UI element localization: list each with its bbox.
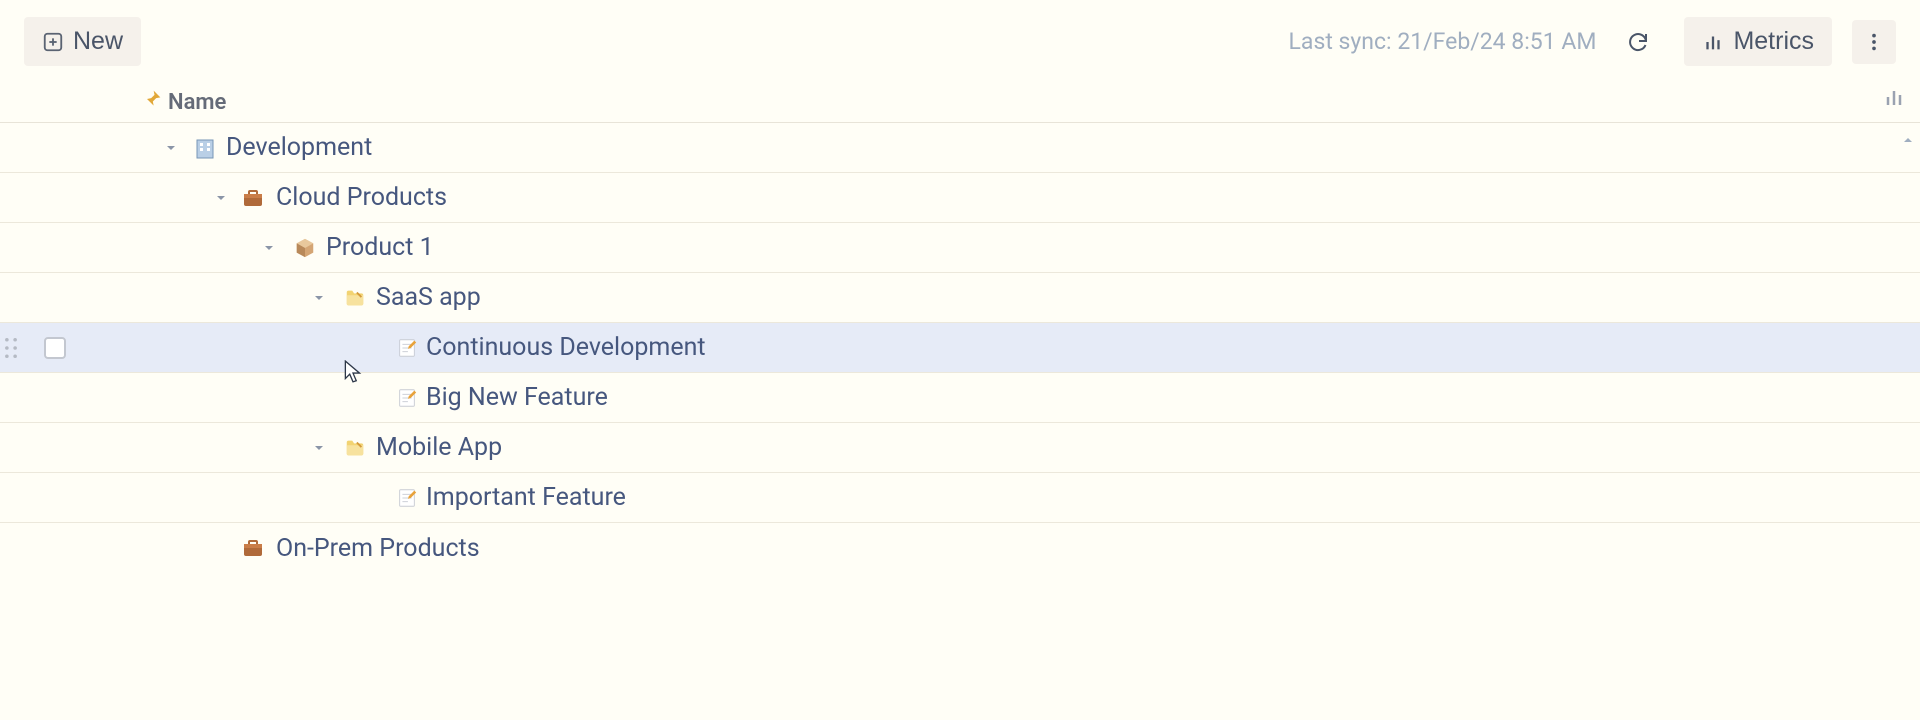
folder-icon (342, 435, 368, 461)
tree: Development Cloud Products Product 1 Saa… (0, 123, 1920, 573)
chevron-down-icon[interactable] (308, 287, 330, 309)
chevron-down-icon[interactable] (160, 137, 182, 159)
tree-row-development[interactable]: Development (0, 123, 1920, 173)
note-icon (394, 385, 420, 411)
note-icon (394, 335, 420, 361)
toolbar: New Last sync: 21/Feb/24 8:51 AM Metrics (0, 0, 1920, 83)
name-column-header[interactable]: Name (168, 90, 226, 115)
metrics-button-label: Metrics (1733, 27, 1814, 56)
tree-row-label[interactable]: On-Prem Products (276, 534, 480, 563)
scroll-up-arrow-icon[interactable] (1900, 132, 1916, 152)
tree-row-label[interactable]: Continuous Development (426, 333, 706, 362)
row-checkbox[interactable] (44, 337, 66, 359)
pin-icon (142, 89, 162, 113)
tree-row-label[interactable]: Development (226, 133, 372, 162)
note-icon (394, 485, 420, 511)
drag-handle-icon[interactable] (4, 337, 18, 363)
last-sync-text: Last sync: 21/Feb/24 8:51 AM (1289, 28, 1597, 55)
tree-row-big-new-feature[interactable]: Big New Feature (0, 373, 1920, 423)
briefcase-icon (240, 535, 266, 561)
tree-row-label[interactable]: Product 1 (326, 233, 434, 262)
tree-row-on-prem-products[interactable]: On-Prem Products (0, 523, 1920, 573)
chevron-down-icon[interactable] (210, 187, 232, 209)
folder-icon (342, 285, 368, 311)
new-button-label: New (73, 27, 123, 56)
tree-row-important-feature[interactable]: Important Feature (0, 473, 1920, 523)
tree-row-label[interactable]: Big New Feature (426, 383, 608, 412)
table-header: Name (0, 83, 1920, 123)
building-icon (192, 135, 218, 161)
more-menu-button[interactable] (1852, 20, 1896, 64)
tree-row-product-1[interactable]: Product 1 (0, 223, 1920, 273)
tree-row-label[interactable]: Important Feature (426, 483, 626, 512)
briefcase-icon (240, 185, 266, 211)
tree-row-label[interactable]: Mobile App (376, 433, 502, 462)
package-icon (292, 235, 318, 261)
tree-row-label[interactable]: SaaS app (376, 283, 481, 312)
bar-chart-icon (1702, 31, 1724, 53)
tree-row-label[interactable]: Cloud Products (276, 183, 447, 212)
refresh-button[interactable] (1616, 20, 1660, 64)
tree-row-cloud-products[interactable]: Cloud Products (0, 173, 1920, 223)
tree-row-mobile-app[interactable]: Mobile App (0, 423, 1920, 473)
chevron-down-icon[interactable] (308, 437, 330, 459)
metrics-button[interactable]: Metrics (1684, 17, 1832, 66)
tree-row-continuous-development[interactable]: Continuous Development (0, 323, 1920, 373)
new-button[interactable]: New (24, 17, 141, 66)
plus-square-icon (42, 31, 64, 53)
tree-row-saas-app[interactable]: SaaS app (0, 273, 1920, 323)
chevron-down-icon[interactable] (258, 237, 280, 259)
metrics-column-icon[interactable] (1882, 85, 1906, 113)
